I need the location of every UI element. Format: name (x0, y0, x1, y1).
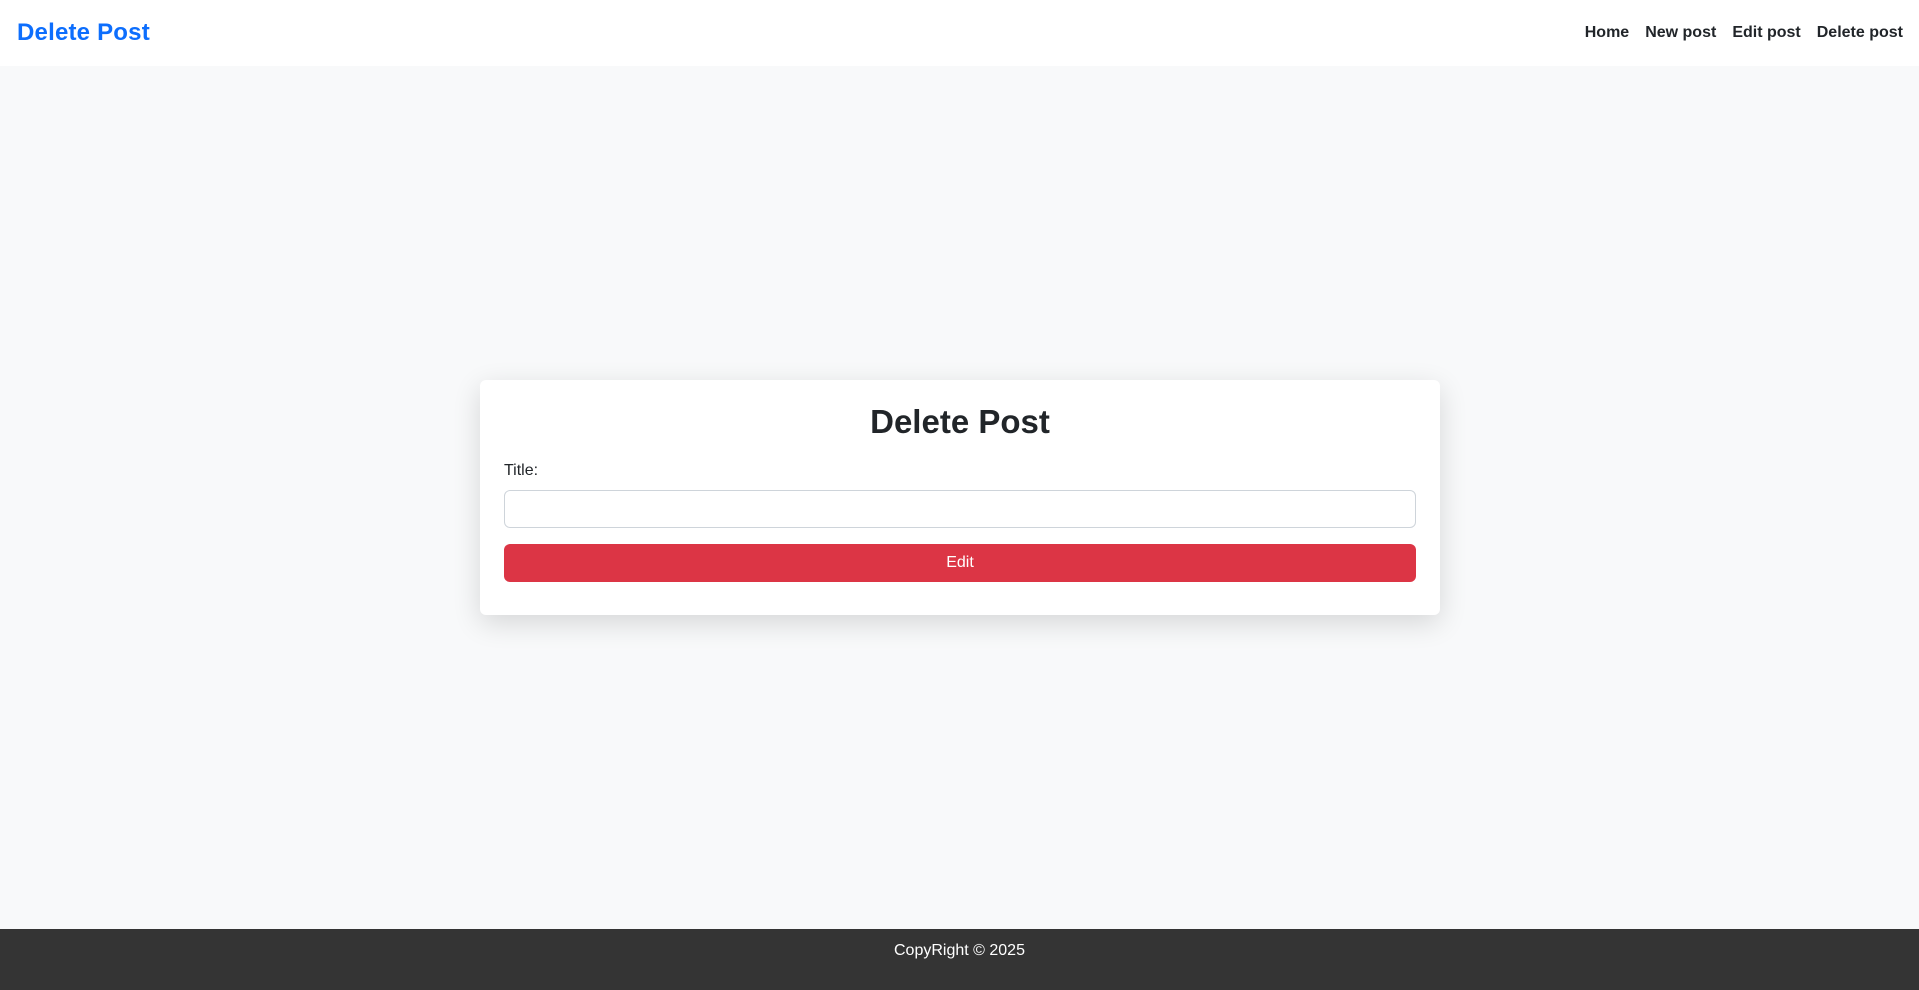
title-label: Title: (504, 462, 539, 479)
nav-link-home[interactable]: Home (1577, 16, 1637, 50)
nav-link-edit-post[interactable]: Edit post (1724, 16, 1808, 50)
navbar: Delete Post Home New post Edit post Dele… (0, 0, 1919, 66)
title-input[interactable] (504, 490, 1416, 528)
delete-post-card: Delete Post Title: Edit (480, 380, 1440, 615)
nav-link-new-post[interactable]: New post (1637, 16, 1724, 50)
nav-links: Home New post Edit post Delete post (1577, 16, 1903, 50)
copyright-text: CopyRight © 2025 (894, 942, 1025, 959)
nav-link-delete-post[interactable]: Delete post (1809, 16, 1903, 50)
edit-button[interactable]: Edit (504, 544, 1416, 582)
page-title: Delete Post (870, 403, 1050, 440)
footer: CopyRight © 2025 (0, 929, 1919, 990)
brand-link[interactable]: Delete Post (17, 19, 150, 47)
